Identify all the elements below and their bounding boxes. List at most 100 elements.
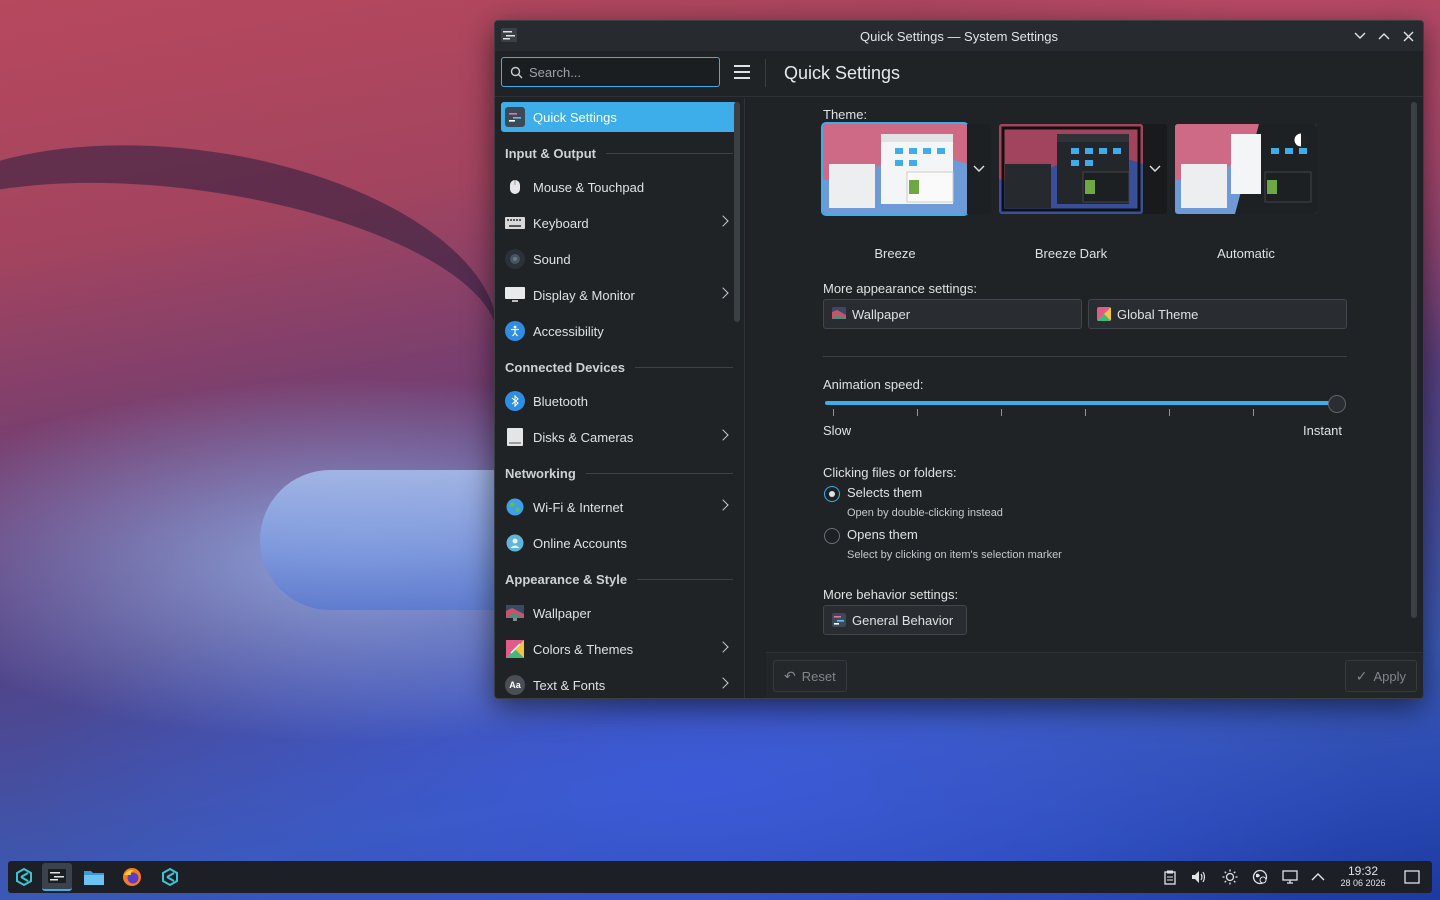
clipboard-icon[interactable] — [1162, 869, 1178, 885]
breeze-dark-preview — [999, 124, 1143, 214]
chevron-right-icon — [717, 677, 729, 689]
toolbar-separator — [765, 59, 766, 87]
separator — [823, 356, 1347, 357]
chevron-up-icon — [1378, 33, 1390, 40]
quick-settings-icon — [832, 613, 846, 627]
sidebar-item-label: Accessibility — [533, 323, 604, 339]
taskbar-firefox[interactable] — [117, 863, 147, 891]
sidebar-scrollbar[interactable] — [734, 102, 740, 322]
sidebar-item-label: Online Accounts — [533, 535, 627, 551]
digital-clock[interactable]: 19:32 28 06 2026 — [1337, 865, 1389, 889]
sidebar-item-wallpaper[interactable]: Wallpaper — [501, 598, 737, 628]
titlebar[interactable]: Quick Settings — System Settings — [495, 21, 1423, 51]
network-globe-icon[interactable] — [1252, 869, 1268, 885]
sidebar-item-label: Display & Monitor — [533, 287, 635, 303]
clicking-files-label: Clicking files or folders: — [823, 465, 957, 480]
chevron-right-icon — [717, 287, 729, 299]
theme-name: Automatic — [1217, 246, 1275, 261]
radio-selects-label: Selects them — [847, 485, 923, 500]
section-title: Appearance & Style — [505, 571, 628, 587]
content-area: Theme: Breeze Breeze Dark Automatic More… — [766, 98, 1423, 663]
display-icon[interactable] — [1282, 869, 1298, 885]
search-box[interactable] — [501, 57, 720, 87]
apply-button[interactable]: ✓ Apply — [1344, 660, 1417, 692]
sidebar-item-quick-settings[interactable]: Quick Settings — [501, 102, 737, 132]
sidebar-item-sound[interactable]: Sound — [501, 244, 737, 274]
sidebar-item-online-accounts[interactable]: Online Accounts — [501, 528, 737, 558]
show-desktop-icon[interactable] — [1404, 869, 1420, 885]
global-theme-button[interactable]: Global Theme — [1088, 299, 1347, 329]
close-button[interactable] — [1399, 27, 1417, 45]
sidebar-item-keyboard[interactable]: Keyboard — [501, 208, 737, 238]
general-behavior-button-label: General Behavior — [852, 612, 954, 628]
radio-opens-label: Opens them — [847, 527, 918, 542]
section-appearance-style: Appearance & Style — [505, 569, 733, 589]
global-theme-button-label: Global Theme — [1117, 306, 1199, 322]
keyboard-icon — [505, 213, 525, 233]
online-accounts-icon — [505, 533, 525, 553]
animation-slider-handle[interactable] — [1328, 395, 1346, 413]
theme-card-breeze-dark[interactable]: Breeze Dark — [999, 124, 1167, 261]
sidebar-item-display-monitor[interactable]: Display & Monitor — [501, 280, 737, 310]
brightness-icon[interactable] — [1222, 869, 1238, 885]
sidebar-item-mouse-touchpad[interactable]: Mouse & Touchpad — [501, 172, 737, 202]
folder-icon — [84, 871, 104, 885]
header-toolbar: Quick Settings — [495, 51, 1423, 97]
wallpaper-icon — [832, 307, 846, 319]
sidebar-item-colors-themes[interactable]: Colors & Themes — [501, 634, 737, 664]
search-input[interactable] — [529, 64, 709, 80]
section-title: Connected Devices — [505, 359, 625, 375]
content-scrollbar[interactable] — [1411, 102, 1417, 618]
sidebar-item-accessibility[interactable]: Accessibility — [501, 316, 737, 346]
general-behavior-button[interactable]: General Behavior — [823, 605, 967, 635]
radio-opens-them[interactable] — [824, 528, 840, 544]
clock-time: 19:32 — [1347, 864, 1379, 878]
footer-bar: ↶ Reset ✓ Apply — [766, 652, 1423, 698]
radio-selects-them[interactable] — [824, 486, 840, 502]
animation-slider-track[interactable] — [825, 401, 1337, 405]
chevron-right-icon — [717, 499, 729, 511]
bluetooth-icon — [505, 391, 525, 411]
sidebar-item-wifi-internet[interactable]: Wi-Fi & Internet — [501, 492, 737, 522]
taskbar-discover[interactable] — [155, 863, 185, 891]
taskbar-system-settings[interactable] — [42, 863, 72, 891]
slider-tick — [1085, 409, 1086, 416]
theme-name: Breeze Dark — [1034, 246, 1108, 261]
wallpaper-icon — [505, 603, 525, 623]
volume-icon[interactable] — [1191, 869, 1207, 885]
wallpaper-band — [0, 108, 518, 492]
quick-settings-icon — [505, 107, 525, 127]
chevron-down-icon — [973, 165, 985, 172]
slider-tick — [1253, 409, 1254, 416]
theme-name: Breeze — [874, 246, 916, 261]
more-behavior-label: More behavior settings: — [823, 587, 959, 602]
sidebar-item-bluetooth[interactable]: Bluetooth — [501, 386, 737, 416]
maximize-button[interactable] — [1375, 27, 1393, 45]
firefox-icon — [123, 868, 141, 886]
minimize-button[interactable] — [1351, 27, 1369, 45]
breeze-variant-dropdown[interactable] — [967, 124, 991, 214]
slider-tick — [833, 409, 834, 416]
sidebar-item-text-fonts[interactable]: Aa Text & Fonts — [501, 670, 737, 698]
breeze-dark-variant-dropdown[interactable] — [1143, 124, 1167, 214]
sidebar: Quick Settings Input & Output Mouse & To… — [495, 98, 745, 698]
app-launcher-button[interactable] — [9, 863, 39, 891]
sidebar-item-disks-cameras[interactable]: Disks & Cameras — [501, 422, 737, 452]
wallpaper-button[interactable]: Wallpaper — [823, 299, 1082, 329]
chevron-right-icon — [717, 641, 729, 653]
taskbar-file-manager[interactable] — [79, 863, 109, 891]
window-title: Quick Settings — System Settings — [860, 28, 1058, 44]
theme-card-automatic[interactable]: Automatic — [1175, 124, 1319, 261]
sidebar-item-label: Sound — [533, 251, 571, 267]
sidebar-item-label: Bluetooth — [533, 393, 588, 409]
theme-card-breeze[interactable]: Breeze — [821, 122, 991, 261]
hamburger-menu-button[interactable] — [731, 63, 753, 81]
chevron-down-icon — [1354, 32, 1366, 39]
tray-expand-chevron-up-icon[interactable] — [1310, 869, 1326, 885]
search-icon — [510, 66, 523, 78]
fonts-icon: Aa — [505, 675, 525, 695]
sidebar-item-label: Wi-Fi & Internet — [533, 499, 624, 515]
section-title: Networking — [505, 465, 576, 481]
kde-icon — [162, 867, 178, 887]
reset-button[interactable]: ↶ Reset — [773, 660, 847, 692]
